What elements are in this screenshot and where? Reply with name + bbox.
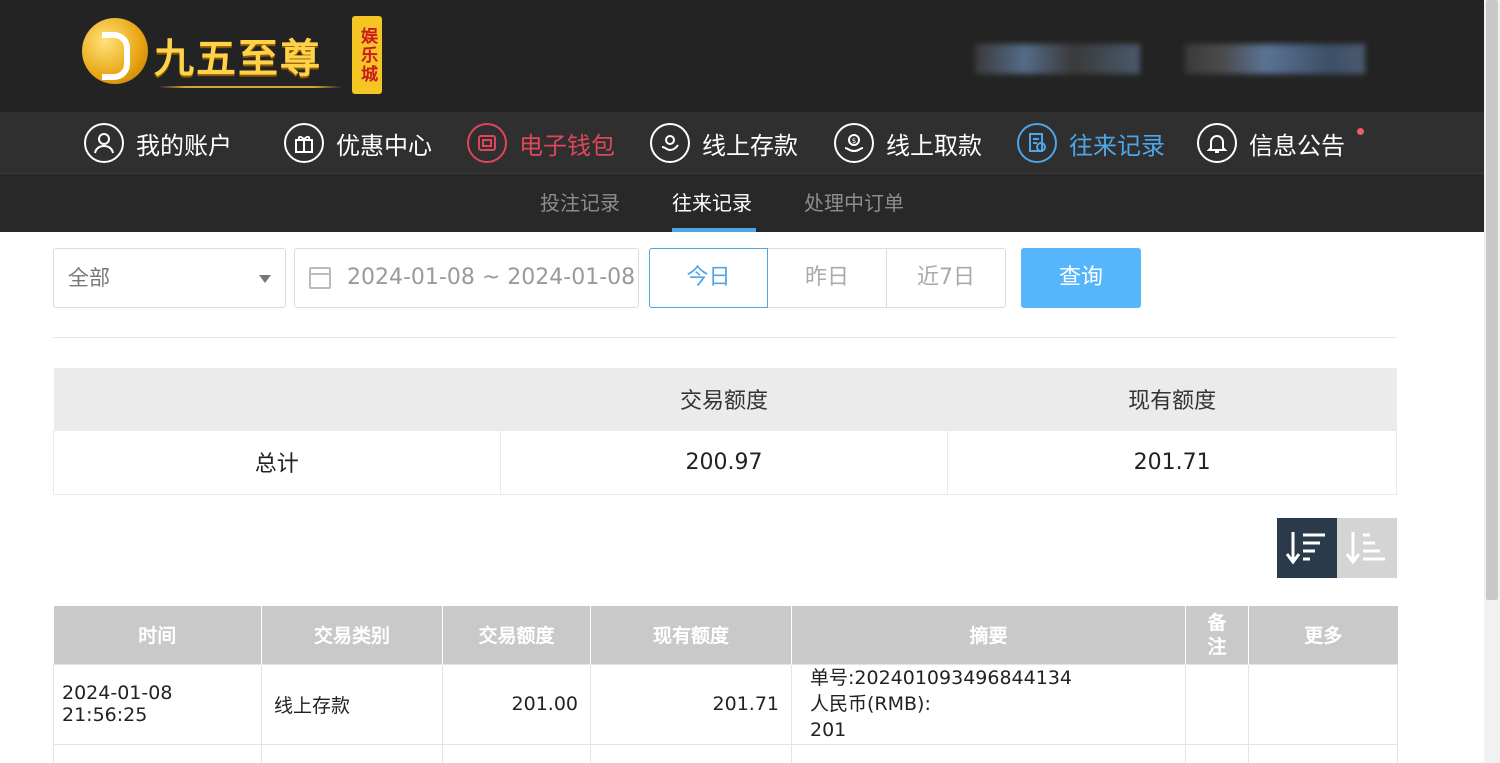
- logo-ornament: [158, 86, 342, 88]
- tab-bet-records[interactable]: 投注记录: [540, 174, 620, 232]
- col-balance: 现有额度: [590, 606, 792, 664]
- quick-filter-yesterday[interactable]: 昨日: [768, 248, 887, 308]
- query-button[interactable]: 查询: [1021, 248, 1141, 308]
- date-range-value: 2024-01-08 ~ 2024-01-08: [347, 265, 636, 290]
- user-icon: [84, 123, 124, 163]
- sub-nav: 投注记录 往来记录 处理中订单: [0, 174, 1484, 232]
- account-info-redacted: [975, 44, 1140, 74]
- nav-item-records[interactable]: 往来记录: [1017, 112, 1165, 174]
- records-icon: [1017, 123, 1057, 163]
- summary-header-balance: 现有额度: [947, 368, 1397, 430]
- nav-item-announcements[interactable]: 信息公告: [1197, 112, 1345, 174]
- summary-value: 201: [810, 719, 847, 741]
- summary-currency: 人民币(RMB):: [810, 693, 931, 715]
- select-value: 全部: [68, 266, 110, 290]
- row-time: 2024-01-08 21:56:25: [53, 663, 262, 745]
- brand-logo[interactable]: 九五至尊 娱乐城: [82, 16, 382, 98]
- summary-header-amount: 交易额度: [500, 368, 948, 430]
- balance-info-redacted: [1185, 44, 1365, 74]
- sort-asc-icon: [1345, 532, 1385, 565]
- nav-item-account[interactable]: 我的账户: [84, 112, 232, 174]
- empty-cell: [1185, 743, 1249, 763]
- brand-badge: 娱乐城: [352, 16, 382, 94]
- nav-item-deposit[interactable]: 线上存款: [650, 112, 798, 174]
- nav-label: 电子钱包: [519, 131, 615, 160]
- empty-cell: [1248, 743, 1398, 763]
- col-amount: 交易额度: [442, 606, 591, 664]
- col-summary: 摘要: [791, 606, 1186, 664]
- records-table: 时间 交易类别 交易额度 现有额度 摘要 备注 更多 2024-01-08 21…: [53, 606, 1398, 763]
- quick-filter-today[interactable]: 今日: [649, 248, 768, 308]
- summary-total-balance: 201.71: [947, 429, 1397, 495]
- col-type: 交易类别: [261, 606, 443, 664]
- row-type: 线上存款: [261, 663, 443, 745]
- page-scrollbar[interactable]: [1484, 0, 1500, 763]
- table-row: 2024-01-08 21:56:25 线上存款 201.00 201.71 单…: [53, 663, 1398, 745]
- summary-total-label: 总计: [53, 429, 501, 495]
- nav-item-wallet[interactable]: 电子钱包: [467, 112, 615, 174]
- wallet-icon: [467, 123, 507, 163]
- nav-label: 信息公告: [1249, 131, 1345, 160]
- sort-desc-icon: [1285, 532, 1325, 565]
- empty-cell: [261, 743, 443, 763]
- col-remark: 备注: [1185, 606, 1249, 664]
- notification-dot: [1357, 128, 1364, 135]
- summary-table: 交易额度 现有额度 总计 200.97 201.71: [53, 368, 1397, 495]
- table-row: [53, 743, 1398, 763]
- empty-cell: [791, 743, 1186, 763]
- nav-label: 我的账户: [136, 131, 232, 160]
- empty-cell: [590, 743, 792, 763]
- active-tab-indicator: [672, 228, 756, 232]
- gift-icon: [284, 123, 324, 163]
- nav-label: 线上取款: [886, 131, 982, 160]
- filter-divider: [53, 337, 1397, 338]
- nav-label: 优惠中心: [336, 131, 432, 160]
- tab-pending-orders[interactable]: 处理中订单: [804, 174, 904, 232]
- nav-label: 往来记录: [1069, 131, 1165, 160]
- col-more: 更多: [1248, 606, 1398, 664]
- svg-text:$: $: [852, 137, 856, 145]
- date-range-picker[interactable]: 2024-01-08 ~ 2024-01-08: [294, 248, 639, 308]
- row-more[interactable]: [1248, 663, 1398, 745]
- calendar-icon: [309, 267, 331, 289]
- chevron-down-icon: [259, 275, 271, 283]
- nav-label: 线上存款: [702, 131, 798, 160]
- scrollbar-thumb[interactable]: [1486, 0, 1498, 600]
- nav-item-withdraw[interactable]: $ 线上取款: [834, 112, 982, 174]
- summary-order-number: 单号:20240109349684413​4: [810, 667, 1072, 689]
- transaction-type-select[interactable]: 全部: [53, 248, 286, 308]
- brand-name: 九五至尊: [154, 35, 322, 82]
- row-summary: 单号:20240109349684413​4 人民币(RMB): 201: [791, 663, 1186, 745]
- logo-emblem-icon: [82, 18, 148, 84]
- tab-transaction-records[interactable]: 往来记录: [672, 174, 752, 232]
- deposit-icon: [650, 123, 690, 163]
- sort-ascending-button[interactable]: [1337, 518, 1397, 578]
- quick-filter-7days[interactable]: 近7日: [887, 248, 1006, 308]
- row-remark: [1185, 663, 1249, 745]
- row-amount: 201.00: [442, 663, 591, 745]
- bell-icon: [1197, 123, 1237, 163]
- row-balance: 201.71: [590, 663, 792, 745]
- nav-item-promotions[interactable]: 优惠中心: [284, 112, 432, 174]
- empty-cell: [442, 743, 591, 763]
- summary-total-amount: 200.97: [499, 429, 949, 495]
- withdraw-icon: $: [834, 123, 874, 163]
- sort-descending-button[interactable]: [1277, 518, 1337, 578]
- empty-cell: [53, 743, 262, 763]
- main-nav: 我的账户 优惠中心 电子钱包 线上存款 $ 线上取款 往来记录 信息公告: [0, 112, 1484, 174]
- site-header: 九五至尊 娱乐城: [0, 0, 1484, 112]
- col-time: 时间: [53, 606, 262, 664]
- summary-header-blank: [53, 368, 501, 430]
